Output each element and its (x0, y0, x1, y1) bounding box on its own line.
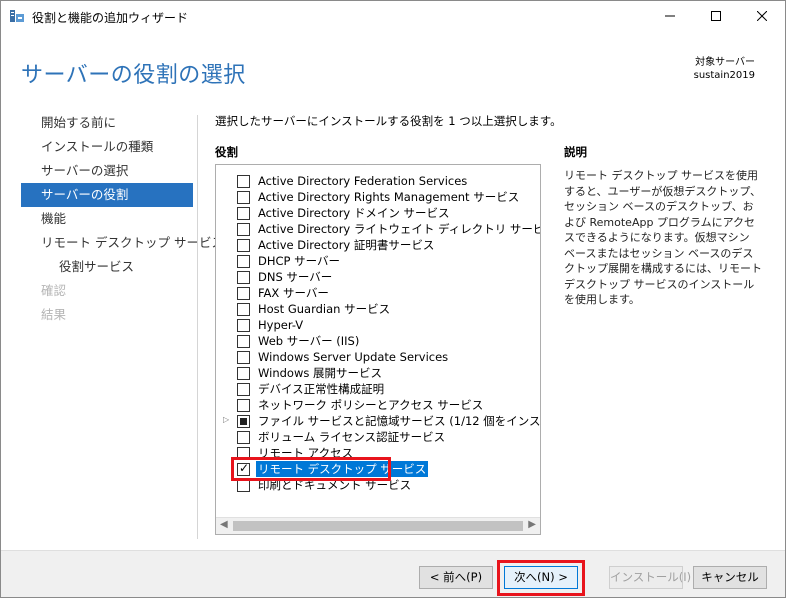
role-row[interactable]: Web サーバー (IIS) (216, 333, 540, 349)
server-manager-icon (9, 9, 25, 24)
role-checkbox[interactable] (237, 383, 250, 396)
role-checkbox[interactable] (237, 335, 250, 348)
role-row[interactable]: DHCP サーバー (216, 253, 540, 269)
role-row[interactable]: FAX サーバー (216, 285, 540, 301)
role-row[interactable]: ネットワーク ポリシーとアクセス サービス (216, 397, 540, 413)
role-row[interactable]: Active Directory Federation Services (216, 173, 540, 189)
expand-arrow-icon[interactable]: ▷ (223, 415, 229, 424)
role-label: Active Directory Rights Management サービス (258, 190, 520, 204)
role-row[interactable]: Host Guardian サービス (216, 301, 540, 317)
nav-item-server-selection[interactable]: サーバーの選択 (21, 159, 193, 183)
role-checkbox[interactable] (237, 415, 250, 428)
scrollbar-thumb[interactable] (233, 521, 523, 531)
role-row[interactable]: Active Directory 証明書サービス (216, 237, 540, 253)
role-checkbox[interactable] (237, 207, 250, 220)
role-label: デバイス正常性構成証明 (258, 382, 385, 396)
description-heading: 説明 (564, 145, 587, 159)
role-label: ネットワーク ポリシーとアクセス サービス (258, 398, 484, 412)
role-row[interactable]: Active Directory Rights Management サービス (216, 189, 540, 205)
role-checkbox[interactable] (237, 399, 250, 412)
maximize-button[interactable] (693, 1, 739, 32)
instruction-text: 選択したサーバーにインストールする役割を 1 つ以上選択します。 (215, 114, 562, 128)
annotation-highlight-role (231, 457, 391, 481)
nav-item-server-roles[interactable]: サーバーの役割 (21, 183, 193, 207)
role-checkbox[interactable] (237, 271, 250, 284)
nav-item-remote-desktop-services[interactable]: リモート デスクトップ サービス (21, 231, 224, 255)
close-button[interactable] (739, 1, 785, 32)
role-checkbox[interactable] (237, 191, 250, 204)
wizard-nav: 開始する前に インストールの種類 サーバーの選択 サーバーの役割 機能 リモート… (21, 111, 224, 327)
role-label: Windows 展開サービス (258, 366, 382, 380)
description-text: リモート デスクトップ サービスを使用すると、ユーザーが仮想デスクトップ、セッシ… (564, 169, 762, 306)
role-checkbox[interactable] (237, 287, 250, 300)
nav-item-installation-type[interactable]: インストールの種類 (21, 135, 193, 159)
maximize-icon (711, 10, 721, 24)
role-label: Active Directory Federation Services (258, 174, 468, 188)
target-server-name: sustain2019 (693, 70, 755, 81)
role-label: Active Directory ドメイン サービス (258, 206, 450, 220)
nav-item-results: 結果 (41, 307, 67, 322)
role-label: Active Directory ライトウェイト ディレクトリ サービス (258, 222, 541, 236)
nav-item-confirmation: 確認 (41, 283, 67, 298)
role-checkbox[interactable] (237, 239, 250, 252)
role-checkbox[interactable] (237, 431, 250, 444)
role-label: Host Guardian サービス (258, 302, 391, 316)
wizard-footer: < 前へ(P) 次へ(N) > インストール(I) キャンセル (1, 550, 785, 597)
role-checkbox[interactable] (237, 319, 250, 332)
role-checkbox[interactable] (237, 303, 250, 316)
role-checkbox[interactable] (237, 351, 250, 364)
role-label: Active Directory 証明書サービス (258, 238, 435, 252)
role-label: Hyper-V (258, 318, 304, 332)
scroll-left-icon[interactable]: ◀ (220, 519, 228, 530)
role-label: DNS サーバー (258, 270, 333, 284)
role-row[interactable]: Windows 展開サービス (216, 365, 540, 381)
roles-heading: 役割 (215, 145, 238, 159)
roles-rows: Active Directory Federation Services Acti… (216, 173, 541, 493)
role-row[interactable]: Hyper-V (216, 317, 540, 333)
role-label: ボリューム ライセンス認証サービス (258, 430, 446, 444)
nav-item-before-you-begin[interactable]: 開始する前に (21, 111, 193, 135)
role-checkbox[interactable] (237, 223, 250, 236)
window-title: 役割と機能の追加ウィザード (32, 11, 189, 25)
close-icon (756, 10, 768, 24)
role-label: FAX サーバー (258, 286, 329, 300)
role-row[interactable]: ▷ ファイル サービスと記憶域サービス (1/12 個をインストール済み (216, 413, 541, 429)
nav-divider (197, 115, 198, 539)
role-checkbox[interactable] (237, 175, 250, 188)
role-row[interactable]: Active Directory ライトウェイト ディレクトリ サービス (216, 221, 541, 237)
role-label: Windows Server Update Services (258, 350, 449, 364)
role-row[interactable]: ボリューム ライセンス認証サービス (216, 429, 540, 445)
install-button: インストール(I) (609, 566, 691, 589)
back-button[interactable]: < 前へ(P) (419, 566, 493, 589)
minimize-icon (665, 10, 675, 24)
target-server-label: 対象サーバー (695, 57, 755, 68)
title-bar[interactable]: 役割と機能の追加ウィザード (1, 1, 785, 32)
annotation-highlight-next (497, 560, 585, 596)
scroll-right-icon[interactable]: ▶ (528, 519, 536, 530)
role-row[interactable]: Windows Server Update Services (216, 349, 540, 365)
role-label: DHCP サーバー (258, 254, 341, 268)
role-row[interactable]: DNS サーバー (216, 269, 540, 285)
role-checkbox[interactable] (237, 255, 250, 268)
wizard-window: 役割と機能の追加ウィザード サーバーの役割の選択 対象サーバー sustain2… (0, 0, 786, 598)
role-checkbox[interactable] (237, 367, 250, 380)
role-label: ファイル サービスと記憶域サービス (1/12 個をインストール済み (258, 414, 541, 428)
horizontal-scrollbar[interactable]: ◀ ▶ (216, 517, 540, 534)
nav-item-features[interactable]: 機能 (21, 207, 193, 231)
minimize-button[interactable] (647, 1, 693, 32)
role-row[interactable]: デバイス正常性構成証明 (216, 381, 540, 397)
page-title: サーバーの役割の選択 (21, 63, 246, 88)
cancel-button[interactable]: キャンセル (693, 566, 767, 589)
role-label: Web サーバー (IIS) (258, 334, 360, 348)
nav-item-role-services[interactable]: 役割サービス (21, 255, 193, 279)
role-row[interactable]: Active Directory ドメイン サービス (216, 205, 540, 221)
